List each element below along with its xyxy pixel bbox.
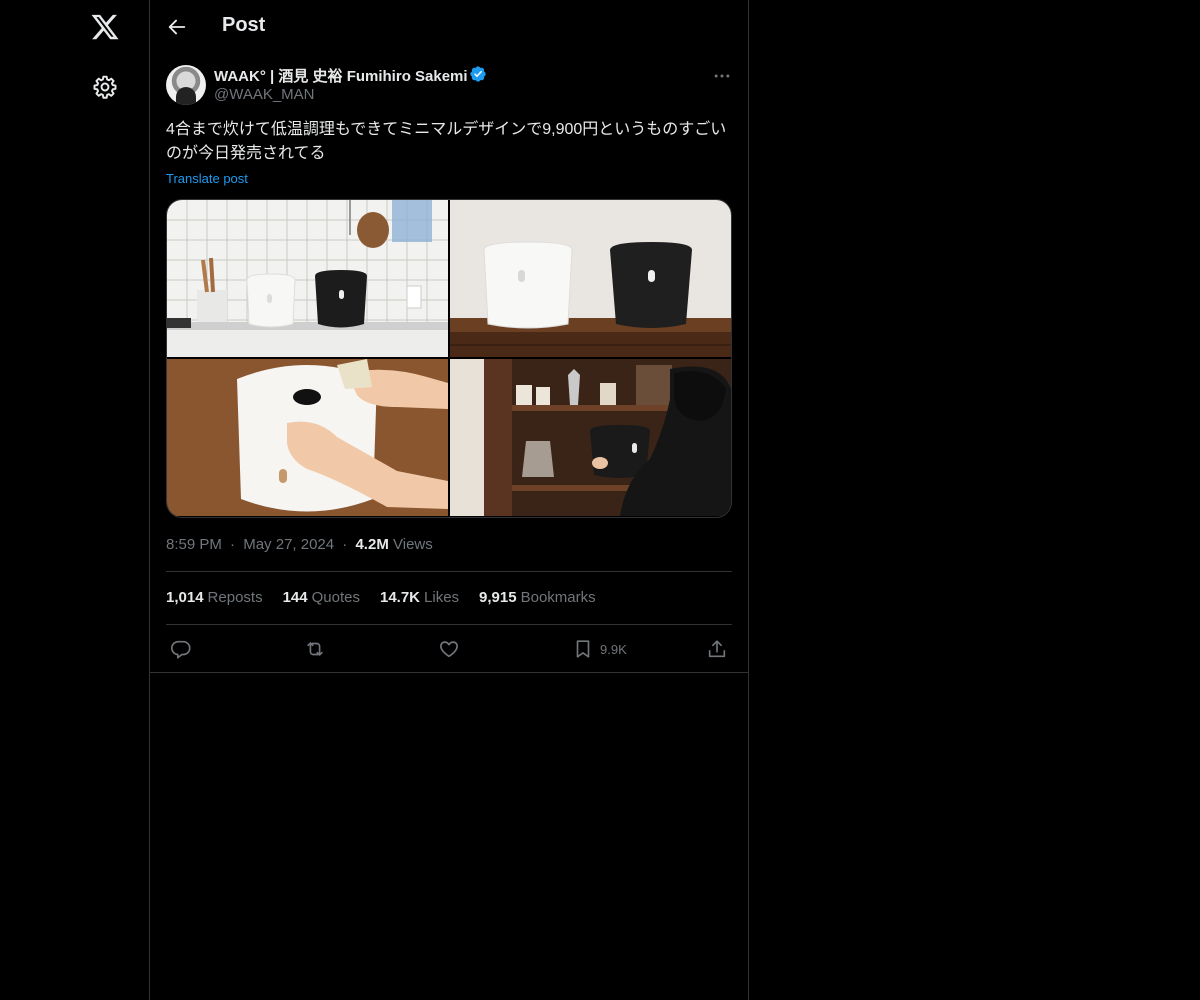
post-author: WAAK° | 酒見 史裕 Fumihiro Sakemi @WAAK_MAN [166,64,732,108]
translate-post-link[interactable]: Translate post [166,171,248,186]
views-label: Views [393,536,433,553]
media-photo-1[interactable] [167,200,448,357]
divider [150,672,748,673]
likes-count: 14.7K [379,589,421,606]
avatar[interactable] [166,65,206,105]
quotes-label: Quotes [311,589,360,606]
more-horizontal-icon[interactable] [712,66,732,86]
post-actions: 9.9K [166,636,732,664]
bookmarks-stat[interactable]: 9,915 Bookmarks [479,589,596,606]
like-button[interactable] [438,636,460,662]
page-title: Post [222,14,266,36]
media-photo-2[interactable] [450,200,731,357]
share-button[interactable] [706,636,728,662]
bookmark-button[interactable]: 9.9K [572,636,627,662]
post-media-grid [166,199,732,518]
views-count: 4.2M [355,536,389,553]
reposts-label: Reposts [207,589,263,606]
author-name[interactable]: WAAK° | 酒見 史裕 Fumihiro Sakemi [214,65,468,86]
likes-label: Likes [424,589,460,606]
quotes-count: 144 [282,589,308,606]
quotes-stat[interactable]: 144 Quotes [283,589,360,606]
reposts-stat[interactable]: 1,014 Reposts [166,589,263,606]
verified-badge-icon [470,66,486,82]
post-time[interactable]: 8:59 PM [166,536,222,553]
share-icon [708,640,726,658]
post-timestamp-views: 8:59 PM · May 27, 2024 · 4.2M Views [166,536,433,553]
post-column: Post WAAK° | 酒見 史裕 Fumihiro Sakemi @WAAK… [149,0,749,1000]
bookmark-icon [576,640,590,658]
media-photo-4[interactable] [450,359,731,516]
reposts-count: 1,014 [166,589,204,606]
gear-icon[interactable] [92,74,118,100]
separator: · [342,536,348,553]
bookmark-count: 9.9K [600,641,627,657]
divider [166,624,732,625]
separator: · [230,536,236,553]
post-header: Post [150,0,748,54]
divider [166,571,732,572]
likes-stat[interactable]: 14.7K Likes [380,589,459,606]
reply-button[interactable] [170,636,192,662]
heart-icon [440,641,458,658]
bookmarks-count: 9,915 [479,589,517,606]
sidebar [0,0,149,1000]
media-photo-3[interactable] [167,359,448,516]
repost-icon [307,642,323,656]
reply-icon [171,640,191,659]
repost-button[interactable] [304,636,326,662]
post-text: 4合まで炊けて低温調理もできてミニマルデザインで9,900円というものすごいのが… [166,121,727,162]
post-stats: 1,014 Reposts 144 Quotes 14.7K Likes 9,915 B… [166,589,596,606]
bookmarks-label: Bookmarks [520,589,596,606]
author-handle[interactable]: @WAAK_MAN [214,86,315,103]
post-date[interactable]: May 27, 2024 [243,536,334,553]
x-logo-icon[interactable] [90,12,120,42]
arrow-left-icon[interactable] [166,16,188,38]
